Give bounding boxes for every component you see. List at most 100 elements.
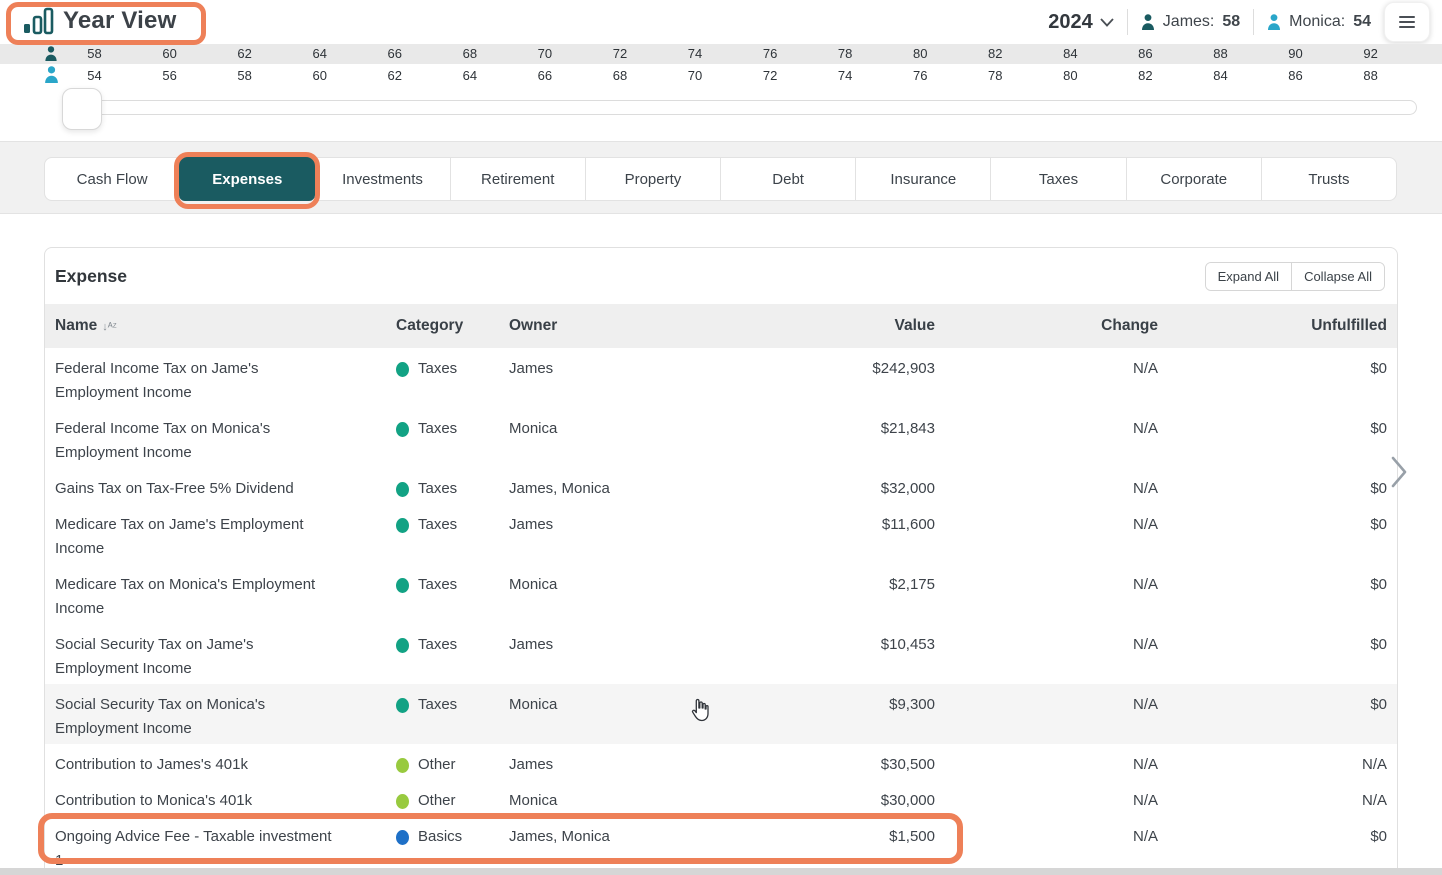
expense-unfulfilled: $0 xyxy=(1158,564,1387,600)
expense-category: Other xyxy=(396,744,509,780)
tab-cash-flow[interactable]: Cash Flow xyxy=(44,157,180,201)
age-value-monica: 66 xyxy=(507,64,582,88)
tab-investments[interactable]: Investments xyxy=(314,157,450,201)
table-row[interactable]: Ongoing Advice Fee - Taxable investment … xyxy=(45,816,1397,875)
column-header-change[interactable]: Change xyxy=(935,317,1158,335)
expense-name: Gains Tax on Tax-Free 5% Dividend xyxy=(55,468,396,504)
age-value-monica: 76 xyxy=(883,64,958,88)
age-value-monica: 58 xyxy=(207,64,282,88)
age-value-monica: 72 xyxy=(733,64,808,88)
expense-value: $10,453 xyxy=(739,624,935,660)
tab-strip: Cash FlowExpensesInvestmentsRetirementPr… xyxy=(0,141,1442,214)
expense-name: Contribution to Monica's 401k xyxy=(55,780,396,816)
age-value-james: 76 xyxy=(733,44,808,64)
age-value-monica: 70 xyxy=(658,64,733,88)
expense-owner: Monica xyxy=(509,684,739,720)
expense-category: Taxes xyxy=(396,348,509,384)
column-header-unfulfilled[interactable]: Unfulfilled xyxy=(1158,317,1387,335)
expense-name: Social Security Tax on Jame's Employment… xyxy=(55,624,396,684)
expense-owner: Monica xyxy=(509,780,739,816)
expense-name: Federal Income Tax on Monica's Employmen… xyxy=(55,408,396,468)
age-scale-james: 586062646668707274767880828486889092 xyxy=(57,44,1408,64)
age-value-monica: 78 xyxy=(958,64,1033,88)
person-age: 54 xyxy=(1353,13,1371,31)
tab-corporate[interactable]: Corporate xyxy=(1126,157,1262,201)
tab-trusts[interactable]: Trusts xyxy=(1261,157,1397,201)
category-label: Other xyxy=(418,789,456,813)
table-row[interactable]: Federal Income Tax on Monica's Employmen… xyxy=(45,408,1397,468)
expense-category: Taxes xyxy=(396,504,509,540)
age-value-monica: 68 xyxy=(582,64,657,88)
chevron-down-icon xyxy=(1100,18,1114,27)
age-value-monica: 54 xyxy=(57,64,132,88)
scroll-right-chevron[interactable] xyxy=(1390,455,1408,494)
top-right-cluster: 2024 James: 58 Monica: 54 xyxy=(1048,0,1430,44)
expand-collapse-group: Expand All Collapse All xyxy=(1205,262,1385,291)
timeline-slider-handle[interactable] xyxy=(62,88,102,130)
tab-expenses[interactable]: Expenses xyxy=(179,157,315,201)
category-label: Other xyxy=(418,753,456,777)
age-value-james: 84 xyxy=(1033,44,1108,64)
expense-owner: Monica xyxy=(509,408,739,444)
tab-taxes[interactable]: Taxes xyxy=(990,157,1126,201)
expense-change: N/A xyxy=(935,744,1158,780)
person-james-badge[interactable]: James: 58 xyxy=(1141,13,1240,31)
expense-unfulfilled: $0 xyxy=(1158,408,1387,444)
category-dot-icon xyxy=(396,518,409,533)
age-value-james: 64 xyxy=(282,44,357,64)
expense-change: N/A xyxy=(935,468,1158,504)
expense-owner: James xyxy=(509,744,739,780)
category-dot-icon xyxy=(396,422,409,437)
table-row[interactable]: Medicare Tax on Jame's Employment Income… xyxy=(45,504,1397,564)
category-dot-icon xyxy=(396,830,409,845)
table-row[interactable]: Social Security Tax on Monica's Employme… xyxy=(45,684,1397,744)
age-value-james: 66 xyxy=(357,44,432,64)
expense-category: Taxes xyxy=(396,684,509,720)
expense-unfulfilled: $0 xyxy=(1158,504,1387,540)
table-row[interactable]: Medicare Tax on Monica's Employment Inco… xyxy=(45,564,1397,624)
expense-change: N/A xyxy=(935,684,1158,720)
column-header-category[interactable]: Category xyxy=(396,317,509,335)
person-label: Monica: xyxy=(1289,13,1345,31)
table-row[interactable]: Federal Income Tax on Jame's Employment … xyxy=(45,348,1397,408)
table-row[interactable]: Gains Tax on Tax-Free 5% DividendTaxesJa… xyxy=(45,468,1397,504)
year-selector[interactable]: 2024 xyxy=(1048,11,1114,34)
category-dot-icon xyxy=(396,758,409,773)
year-value: 2024 xyxy=(1048,11,1093,34)
hamburger-menu-button[interactable] xyxy=(1384,2,1430,42)
age-value-james: 80 xyxy=(883,44,958,64)
table-row[interactable]: Contribution to James's 401kOtherJames$3… xyxy=(45,744,1397,780)
column-header-name[interactable]: Name↓ᴬᶻ xyxy=(55,317,396,335)
expense-category: Taxes xyxy=(396,624,509,660)
age-value-monica: 64 xyxy=(432,64,507,88)
table-row[interactable]: Social Security Tax on Jame's Employment… xyxy=(45,624,1397,684)
age-value-monica: 80 xyxy=(1033,64,1108,88)
person-age: 58 xyxy=(1222,13,1240,31)
collapse-all-button[interactable]: Collapse All xyxy=(1291,263,1384,290)
person-icon xyxy=(44,46,58,61)
tab-property[interactable]: Property xyxy=(585,157,721,201)
column-header-value[interactable]: Value xyxy=(739,317,935,335)
expense-name: Medicare Tax on Jame's Employment Income xyxy=(55,504,396,564)
category-label: Taxes xyxy=(418,477,457,501)
person-monica-badge[interactable]: Monica: 54 xyxy=(1267,13,1371,31)
expense-value: $32,000 xyxy=(739,468,935,504)
tab-insurance[interactable]: Insurance xyxy=(855,157,991,201)
horizontal-scrollbar[interactable] xyxy=(0,868,1442,875)
age-value-monica: 88 xyxy=(1333,64,1408,88)
table-row[interactable]: Contribution to Monica's 401k Other Monica… xyxy=(45,780,1397,816)
category-dot-icon xyxy=(396,638,409,653)
expense-category: Other xyxy=(396,780,509,816)
expense-name: Medicare Tax on Monica's Employment Inco… xyxy=(55,564,396,624)
column-header-owner[interactable]: Owner xyxy=(509,317,739,335)
timeline-slider-track[interactable] xyxy=(81,100,1417,115)
expense-category: Taxes xyxy=(396,468,509,504)
tab-debt[interactable]: Debt xyxy=(720,157,856,201)
expense-owner: James xyxy=(509,348,739,384)
expense-value: $9,300 xyxy=(739,684,935,720)
expense-change: N/A xyxy=(935,624,1158,660)
age-value-monica: 84 xyxy=(1183,64,1258,88)
expense-value: $242,903 xyxy=(739,348,935,384)
tab-retirement[interactable]: Retirement xyxy=(450,157,586,201)
expand-all-button[interactable]: Expand All xyxy=(1206,263,1291,290)
